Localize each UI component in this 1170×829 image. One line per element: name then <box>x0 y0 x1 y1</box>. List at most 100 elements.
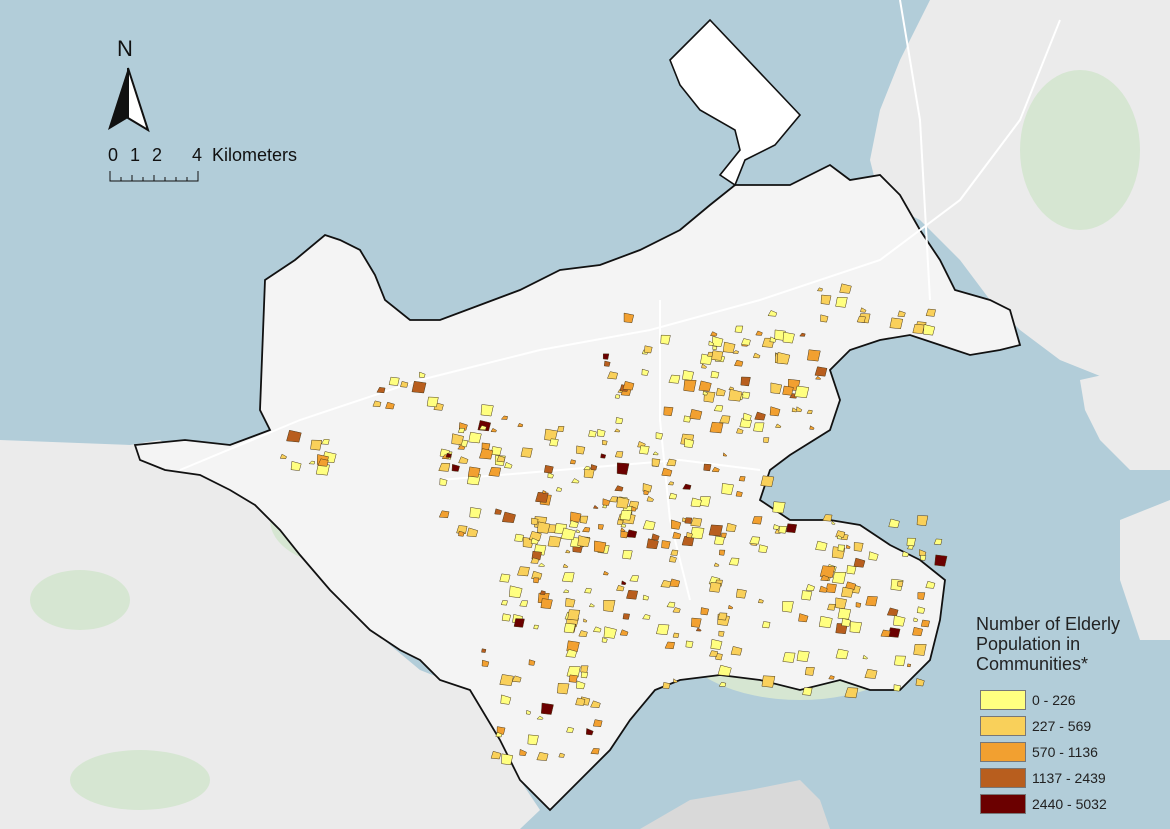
community-polygon <box>837 544 846 552</box>
community-polygon <box>703 463 712 472</box>
community-polygon <box>549 438 559 447</box>
community-polygon <box>426 396 439 408</box>
community-polygon <box>661 540 671 549</box>
community-polygon <box>917 592 926 600</box>
community-polygon <box>709 421 724 434</box>
community-polygon <box>794 385 810 398</box>
legend-swatch <box>980 690 1026 710</box>
community-polygon <box>626 589 639 600</box>
community-polygon <box>575 697 586 706</box>
community-polygon <box>565 597 576 608</box>
community-polygon <box>499 573 511 583</box>
legend-item: 0 - 226 <box>976 688 1166 712</box>
community-polygon <box>897 581 904 587</box>
legend-item: 2440 - 5032 <box>976 792 1166 816</box>
community-polygon <box>501 613 512 622</box>
community-polygon <box>849 621 863 634</box>
community-polygon <box>603 600 616 613</box>
community-polygon <box>837 607 852 620</box>
legend-label: 1137 - 2439 <box>1032 770 1106 786</box>
community-polygon <box>531 517 539 525</box>
scale-bar: 0 1 2 4 Kilometers <box>108 145 318 190</box>
community-polygon <box>763 437 770 444</box>
community-polygon <box>804 667 815 676</box>
community-polygon <box>527 734 539 746</box>
community-polygon <box>651 458 661 467</box>
community-polygon <box>835 597 847 609</box>
community-polygon <box>717 612 728 621</box>
community-polygon <box>853 542 864 552</box>
community-polygon <box>709 582 722 593</box>
scale-tick-label: 4 <box>192 145 203 165</box>
legend-swatch <box>980 716 1026 736</box>
community-polygon <box>499 674 514 686</box>
community-polygon <box>536 521 551 534</box>
community-polygon <box>785 523 798 534</box>
legend: Number of Elderly Population in Communit… <box>976 614 1166 818</box>
community-polygon <box>889 317 904 330</box>
community-polygon <box>796 650 810 662</box>
community-polygon <box>616 462 630 475</box>
community-polygon <box>547 535 562 548</box>
community-polygon <box>557 682 570 695</box>
community-polygon <box>782 601 794 613</box>
community-polygon <box>580 671 589 679</box>
north-arrow-icon <box>108 67 150 133</box>
community-polygon <box>588 430 597 438</box>
community-polygon <box>761 675 776 688</box>
legend-swatch <box>980 794 1026 814</box>
community-polygon <box>714 535 725 546</box>
community-polygon <box>576 445 586 455</box>
community-polygon <box>622 613 630 620</box>
community-polygon <box>543 464 554 474</box>
community-polygon <box>514 533 524 542</box>
legend-label: 2440 - 5032 <box>1032 796 1107 812</box>
community-polygon <box>819 565 836 578</box>
community-polygon <box>683 415 692 423</box>
community-polygon <box>501 753 514 766</box>
community-polygon <box>655 432 664 440</box>
community-polygon <box>710 370 720 379</box>
community-polygon <box>682 370 695 381</box>
community-polygon <box>920 619 930 628</box>
community-polygon <box>802 687 813 696</box>
community-polygon <box>738 476 746 482</box>
community-polygon <box>540 702 554 715</box>
community-polygon <box>481 648 487 653</box>
legend-label: 227 - 569 <box>1032 718 1092 734</box>
scale-tick-label: 2 <box>152 145 163 165</box>
community-polygon <box>623 312 635 324</box>
community-polygon <box>533 624 539 630</box>
community-polygon <box>557 425 565 433</box>
community-polygon <box>622 550 633 560</box>
legend-swatch <box>980 768 1026 788</box>
community-polygon <box>598 524 604 530</box>
legend-item: 570 - 1136 <box>976 740 1166 764</box>
legend-title: Number of Elderly Population in Communit… <box>976 614 1121 674</box>
community-polygon <box>894 655 906 667</box>
community-polygon <box>411 380 427 394</box>
community-polygon <box>721 483 734 495</box>
community-polygon <box>592 719 603 728</box>
community-polygon <box>620 530 629 539</box>
community-polygon <box>580 665 589 673</box>
community-polygon <box>533 577 540 584</box>
scale-unit-label: Kilometers <box>212 145 298 165</box>
community-polygon <box>663 406 674 417</box>
community-polygon <box>690 617 702 628</box>
community-polygon <box>782 385 794 396</box>
community-polygon <box>735 588 747 599</box>
community-polygon <box>700 607 710 616</box>
legend-item: 1137 - 2439 <box>976 766 1166 790</box>
community-polygon <box>684 517 693 524</box>
community-polygon <box>660 334 671 345</box>
community-polygon <box>818 615 833 628</box>
community-polygon <box>520 447 533 458</box>
community-polygon <box>916 515 929 527</box>
community-polygon <box>734 325 744 333</box>
community-polygon <box>855 602 862 608</box>
community-polygon <box>912 323 925 334</box>
community-polygon <box>579 515 589 524</box>
community-polygon <box>835 648 849 660</box>
community-polygon <box>310 439 323 451</box>
